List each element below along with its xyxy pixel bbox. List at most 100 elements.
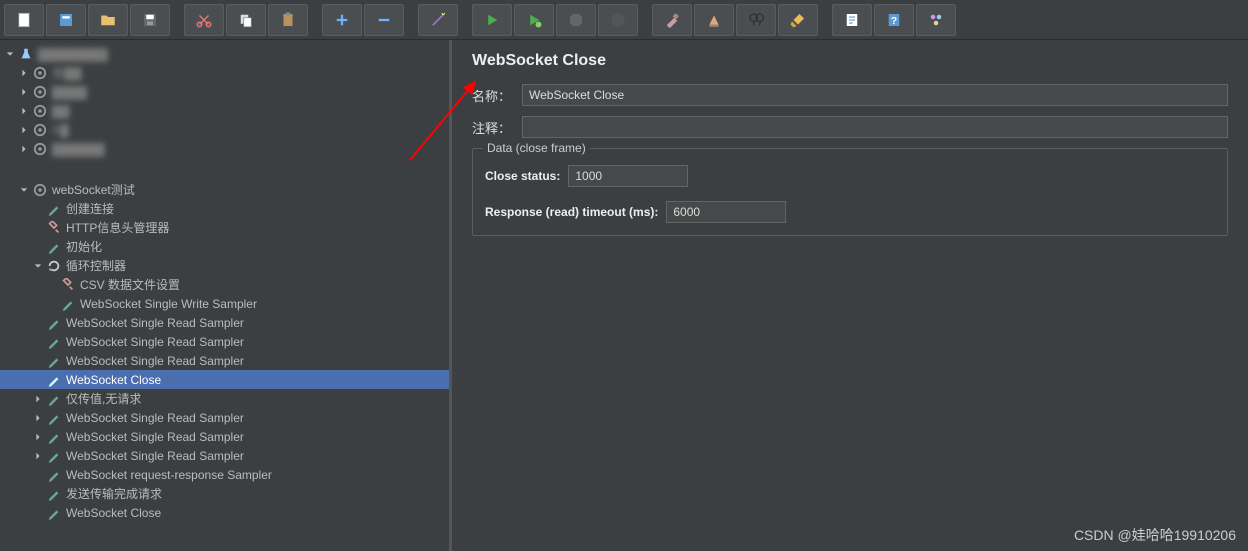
pencil-icon xyxy=(46,410,62,426)
template-button[interactable] xyxy=(46,4,86,36)
new-button[interactable] xyxy=(4,4,44,36)
remove-button[interactable] xyxy=(364,4,404,36)
twisty-right-icon xyxy=(32,450,44,462)
broom-button[interactable] xyxy=(778,4,818,36)
close-status-label: Close status: xyxy=(485,169,560,183)
tree-label: WebSocket Single Read Sampler xyxy=(66,430,244,444)
wand-button[interactable] xyxy=(418,4,458,36)
tree-label: WebSocket request-response Sampler xyxy=(66,468,272,482)
timeout-label: Response (read) timeout (ms): xyxy=(485,205,658,219)
twisty-down-icon xyxy=(32,260,44,272)
tree-item-init[interactable]: 初始化 xyxy=(0,237,449,256)
tree-label: 发送传输完成请求 xyxy=(66,485,162,502)
tree-label: ▓▓ xyxy=(52,104,70,118)
pencil-icon xyxy=(46,467,62,483)
tree-label: WebSocket Single Read Sampler xyxy=(66,354,244,368)
main: ▓▓▓▓▓▓▓▓ 查▓▓ ▓▓▓▓ ▓▓ A▓ ▓▓▓▓▓▓ webSocket… xyxy=(0,40,1248,551)
wrench-icon xyxy=(60,277,76,293)
timeout-input[interactable] xyxy=(666,201,786,223)
clear-button[interactable] xyxy=(652,4,692,36)
tree-item-ws-reqresp[interactable]: WebSocket request-response Sampler xyxy=(0,465,449,484)
comment-row: 注释： xyxy=(472,116,1228,138)
gear-icon xyxy=(32,65,48,81)
tree-label: WebSocket Close xyxy=(66,373,161,387)
search-button[interactable] xyxy=(736,4,776,36)
name-label: 名称： xyxy=(472,86,522,105)
pencil-icon xyxy=(46,201,62,217)
open-button[interactable] xyxy=(88,4,128,36)
tree-item-loop[interactable]: 循环控制器 xyxy=(0,256,449,275)
pencil-icon xyxy=(46,239,62,255)
stop-hard-button[interactable] xyxy=(598,4,638,36)
tree-item-ws-close[interactable]: WebSocket Close xyxy=(0,503,449,522)
tree-item-ws-close[interactable]: WebSocket Close xyxy=(0,370,449,389)
close-status-row: Close status: xyxy=(485,165,1215,187)
tree-item-ws-read[interactable]: WebSocket Single Read Sampler xyxy=(0,313,449,332)
gear-icon xyxy=(32,122,48,138)
wrench-icon xyxy=(46,220,62,236)
twisty-right-icon xyxy=(18,86,30,98)
save-button[interactable] xyxy=(130,4,170,36)
data-fieldset: Data (close frame) Close status: Respons… xyxy=(472,148,1228,236)
tree-label: WebSocket Close xyxy=(66,506,161,520)
add-button[interactable] xyxy=(322,4,362,36)
twisty-right-icon xyxy=(18,105,30,117)
watermark: CSDN @娃哈哈19910206 xyxy=(1074,525,1236,545)
pencil-icon xyxy=(46,448,62,464)
fieldset-legend: Data (close frame) xyxy=(483,141,590,155)
name-input[interactable] xyxy=(522,84,1228,106)
tree-item-create-conn[interactable]: 创建连接 xyxy=(0,199,449,218)
tree-item-ws-read[interactable]: WebSocket Single Read Sampler xyxy=(0,427,449,446)
tree-label: WebSocket Single Read Sampler xyxy=(66,335,244,349)
pencil-icon xyxy=(46,372,62,388)
tree-label: CSV 数据文件设置 xyxy=(80,276,180,293)
sweep-button[interactable] xyxy=(694,4,734,36)
tree-item-ws-read[interactable]: WebSocket Single Read Sampler xyxy=(0,351,449,370)
tree-label: ▓▓▓▓ xyxy=(52,85,87,99)
cut-button[interactable] xyxy=(184,4,224,36)
fn-button[interactable] xyxy=(916,4,956,36)
tree-item-http-header[interactable]: HTTP信息头管理器 xyxy=(0,218,449,237)
pencil-icon xyxy=(46,486,62,502)
tree-label: 初始化 xyxy=(66,238,102,255)
tree-item-csv[interactable]: CSV 数据文件设置 xyxy=(0,275,449,294)
tree-label: 循环控制器 xyxy=(66,257,126,274)
tree-item-only-pass[interactable]: 仅传值,无请求 xyxy=(0,389,449,408)
gear-icon xyxy=(32,182,48,198)
tree-item[interactable]: ▓▓▓▓▓▓ xyxy=(0,139,449,158)
tree-label: ▓▓▓▓▓▓▓▓ xyxy=(38,47,108,61)
tree-item-ws-test[interactable]: webSocket测试 xyxy=(0,180,449,199)
close-status-input[interactable] xyxy=(568,165,688,187)
gear-icon xyxy=(32,103,48,119)
tree-label: WebSocket Single Read Sampler xyxy=(66,316,244,330)
tree-item-ws-write[interactable]: WebSocket Single Write Sampler xyxy=(0,294,449,313)
tree-root[interactable]: ▓▓▓▓▓▓▓▓ xyxy=(0,44,449,63)
toolbar: ? xyxy=(0,0,1248,40)
pencil-icon xyxy=(46,334,62,350)
tree-item[interactable]: A▓ xyxy=(0,120,449,139)
help-button[interactable]: ? xyxy=(874,4,914,36)
twisty-right-icon xyxy=(32,431,44,443)
tree-label: WebSocket Single Write Sampler xyxy=(80,297,257,311)
paste-button[interactable] xyxy=(268,4,308,36)
tree-label: A▓ xyxy=(52,123,69,137)
tree-item[interactable]: 查▓▓ xyxy=(0,63,449,82)
tree-item[interactable]: ▓▓ xyxy=(0,101,449,120)
stop-button[interactable] xyxy=(556,4,596,36)
tree-label: WebSocket Single Read Sampler xyxy=(66,449,244,463)
tree-item-send-done[interactable]: 发送传输完成请求 xyxy=(0,484,449,503)
pencil-icon xyxy=(46,505,62,521)
tree-label: 创建连接 xyxy=(66,200,114,217)
comment-input[interactable] xyxy=(522,116,1228,138)
copy-button[interactable] xyxy=(226,4,266,36)
tree-item[interactable]: ▓▓▓▓ xyxy=(0,82,449,101)
tree-item-ws-read[interactable]: WebSocket Single Read Sampler xyxy=(0,408,449,427)
loop-icon xyxy=(46,258,62,274)
tree-item-ws-read[interactable]: WebSocket Single Read Sampler xyxy=(0,446,449,465)
tree-label: 查▓▓ xyxy=(52,64,82,81)
tree-label: HTTP信息头管理器 xyxy=(66,219,169,236)
tree-item-ws-read[interactable]: WebSocket Single Read Sampler xyxy=(0,332,449,351)
run-button[interactable] xyxy=(472,4,512,36)
report-button[interactable] xyxy=(832,4,872,36)
run-remote-button[interactable] xyxy=(514,4,554,36)
